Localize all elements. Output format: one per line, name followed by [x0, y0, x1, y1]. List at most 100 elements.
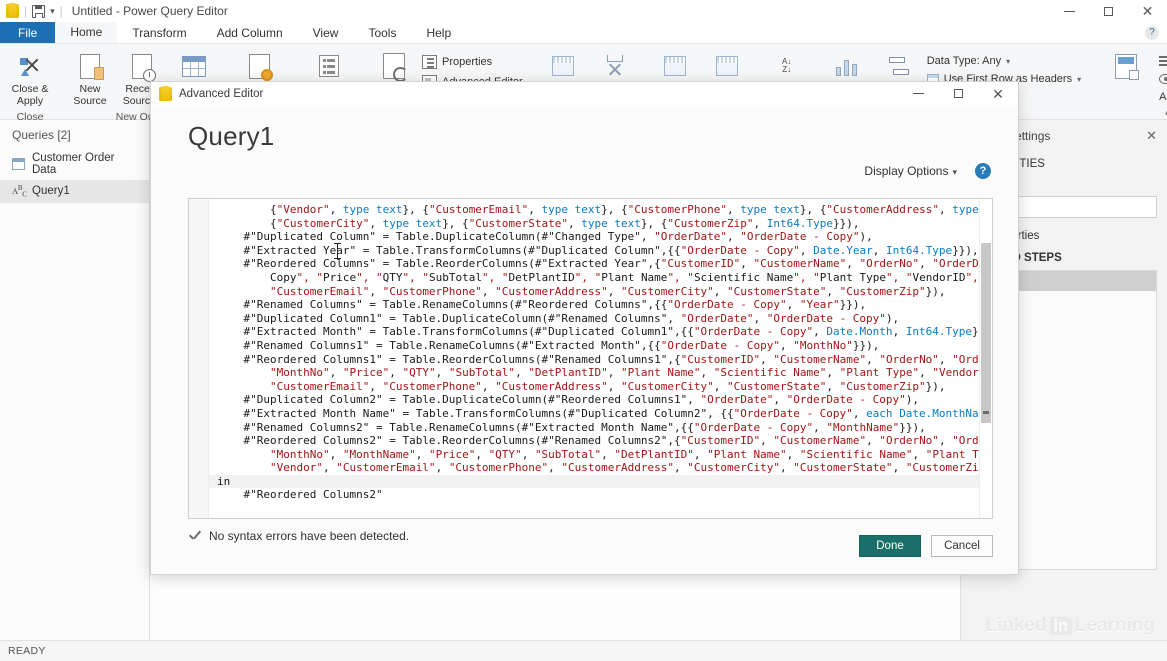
- remove-columns-icon: [604, 55, 626, 77]
- power-bi-logo-icon: [6, 3, 19, 18]
- qat-divider: |: [24, 4, 28, 18]
- maximize-icon: [953, 89, 963, 98]
- data-type-dropdown[interactable]: Data Type: Any ▾: [925, 52, 1087, 70]
- data-type-chevron-down-icon: ▾: [1006, 56, 1011, 66]
- syntax-status-message: No syntax errors have been detected.: [209, 529, 410, 543]
- close-and-apply-button[interactable]: Close & Apply: [4, 48, 56, 111]
- query-list-item-query1[interactable]: ABC Query1: [0, 180, 149, 203]
- tab-file[interactable]: File: [0, 22, 56, 43]
- code-line: "Vendor", "CustomerEmail", "CustomerPhon…: [269, 461, 979, 475]
- code-gutter: [189, 199, 209, 518]
- advanced-editor-minimize-button[interactable]: [898, 82, 938, 105]
- recent-sources-icon: [132, 53, 156, 82]
- maximize-button[interactable]: [1089, 0, 1128, 22]
- tab-home[interactable]: Home: [55, 22, 118, 43]
- display-options-dropdown[interactable]: Display Options ▾: [864, 164, 957, 178]
- close-icon[interactable]: ✕: [1146, 128, 1157, 144]
- watermark-text-after: Learning: [1074, 615, 1155, 636]
- text-cursor: [334, 243, 341, 260]
- text-analytics-button[interactable]: Text Analytics: [1157, 52, 1167, 70]
- window-title: Untitled - Power Query Editor: [71, 4, 228, 18]
- code-line: #"Renamed Columns2" = Table.RenameColumn…: [217, 420, 926, 434]
- chevron-down-icon: ▾: [952, 167, 957, 177]
- close-and-apply-icon: [20, 56, 40, 76]
- code-editor[interactable]: {"Vendor", type text}, {"CustomerEmail",…: [209, 199, 979, 518]
- advanced-editor-close-button[interactable]: ✕: [978, 82, 1018, 105]
- help-icon[interactable]: ?: [1145, 25, 1159, 40]
- code-line: #"Extracted Month Name" = Table.Transfor…: [217, 406, 979, 420]
- azure-machine-learning-button[interactable]: [1095, 48, 1157, 86]
- data-source-settings-icon: [248, 53, 273, 81]
- scrollbar-thumb[interactable]: [981, 243, 991, 423]
- watermark-text-before: Linked: [985, 615, 1047, 636]
- code-line: in: [209, 474, 979, 489]
- azure-ml-text: Azure Machine Learning: [1157, 88, 1167, 106]
- advanced-editor-footer: Done Cancel: [859, 535, 993, 557]
- vision-icon: [1159, 74, 1167, 84]
- remove-rows-icon: [715, 56, 738, 76]
- status-text: READY: [8, 645, 46, 657]
- code-scrollbar[interactable]: [979, 199, 992, 518]
- minimize-icon: [1064, 10, 1075, 12]
- display-options-label: Display Options: [864, 164, 949, 178]
- tab-tools[interactable]: Tools: [353, 22, 411, 43]
- close-icon: ✕: [1141, 3, 1154, 19]
- choose-columns-icon: [551, 56, 574, 76]
- query-item-label: Query1: [32, 185, 70, 198]
- code-line: #"Reordered Columns2": [217, 488, 383, 502]
- power-query-editor-window: | ▾ | Untitled - Power Query Editor ✕ Fi…: [0, 0, 1167, 661]
- advanced-editor-title-bar: Advanced Editor ✕: [151, 82, 1018, 105]
- advanced-editor-heading: Query1: [188, 121, 275, 151]
- advanced-editor-window-controls: ✕: [898, 82, 1018, 105]
- code-line: "CustomerEmail", "CustomerPhone", "Custo…: [269, 379, 946, 393]
- query-item-label: Customer Order Data: [32, 152, 115, 176]
- query-list-item-customer-order-data[interactable]: Customer Order Data: [0, 148, 149, 180]
- abc-text-icon: ABC: [12, 184, 27, 199]
- code-line: #"Reordered Columns2" = Table.ReorderCol…: [217, 434, 979, 448]
- tab-transform[interactable]: Transform: [117, 22, 201, 43]
- advanced-editor-maximize-button[interactable]: [938, 82, 978, 105]
- properties-icon: [422, 55, 437, 69]
- ribbon-group-ai-insights-label: AI Insights: [1091, 106, 1167, 121]
- queries-pane: Queries [2] Customer Order Data ABC Quer…: [0, 120, 150, 640]
- qat-chevron-down-icon[interactable]: ▾: [50, 6, 55, 17]
- advanced-editor-body: Query1 Display Options ▾ ? {"Vendor", typ…: [151, 105, 1018, 575]
- code-line: #"Extracted Month" = Table.TransformColu…: [217, 325, 979, 339]
- split-column-icon: [835, 56, 858, 76]
- cancel-button[interactable]: Cancel: [931, 535, 993, 557]
- close-button[interactable]: ✕: [1128, 0, 1167, 22]
- minimize-button[interactable]: [1050, 0, 1089, 22]
- window-controls: ✕: [1050, 0, 1167, 22]
- code-line: Copy", "Price", "QTY", "SubTotal", "DetP…: [217, 270, 979, 284]
- vision-button[interactable]: Vision: [1157, 70, 1167, 88]
- code-line: "MonthNo", "MonthName", "Price", "QTY", …: [269, 447, 979, 461]
- quick-access-toolbar: | ▾ |: [0, 3, 63, 18]
- code-line: #"Reordered Columns1" = Table.ReorderCol…: [217, 352, 979, 366]
- ribbon-tab-bar: File Home Transform Add Column View Tool…: [0, 22, 1167, 44]
- tab-help[interactable]: Help: [411, 22, 466, 43]
- use-first-row-chevron-down-icon: ▾: [1077, 74, 1082, 84]
- close-and-apply-label: Close & Apply: [11, 83, 49, 108]
- code-editor-frame: {"Vendor", type text}, {"CustomerEmail",…: [188, 198, 993, 519]
- maximize-icon: [1104, 6, 1113, 16]
- advanced-editor-dialog: Advanced Editor ✕ Query1 Display Options…: [150, 81, 1019, 575]
- text-analytics-icon: [1159, 55, 1167, 67]
- ribbon-group-ai-insights: Text Analytics Vision Azure Machine Lear…: [1091, 44, 1167, 120]
- tab-view[interactable]: View: [298, 22, 354, 43]
- tab-add-column[interactable]: Add Column: [202, 22, 298, 43]
- group-by-icon: [887, 57, 911, 75]
- close-icon: ✕: [992, 85, 1004, 102]
- properties-button[interactable]: Properties: [420, 52, 529, 72]
- code-line: {"Vendor", type text}, {"CustomerEmail",…: [217, 203, 979, 216]
- azure-machine-learning-icon: [1115, 53, 1140, 80]
- syntax-status-row: No syntax errors have been detected.: [188, 529, 409, 543]
- help-circle-icon[interactable]: ?: [975, 163, 991, 179]
- new-source-icon: [80, 53, 104, 80]
- new-source-button[interactable]: New Source: [64, 48, 116, 111]
- minimize-icon: [912, 93, 924, 94]
- data-type-label: Data Type: Any: [926, 55, 1002, 67]
- table-icon: [12, 158, 25, 170]
- done-button[interactable]: Done: [859, 535, 921, 557]
- save-icon[interactable]: [32, 4, 46, 18]
- ribbon-group-close: Close & Apply Close: [0, 44, 60, 123]
